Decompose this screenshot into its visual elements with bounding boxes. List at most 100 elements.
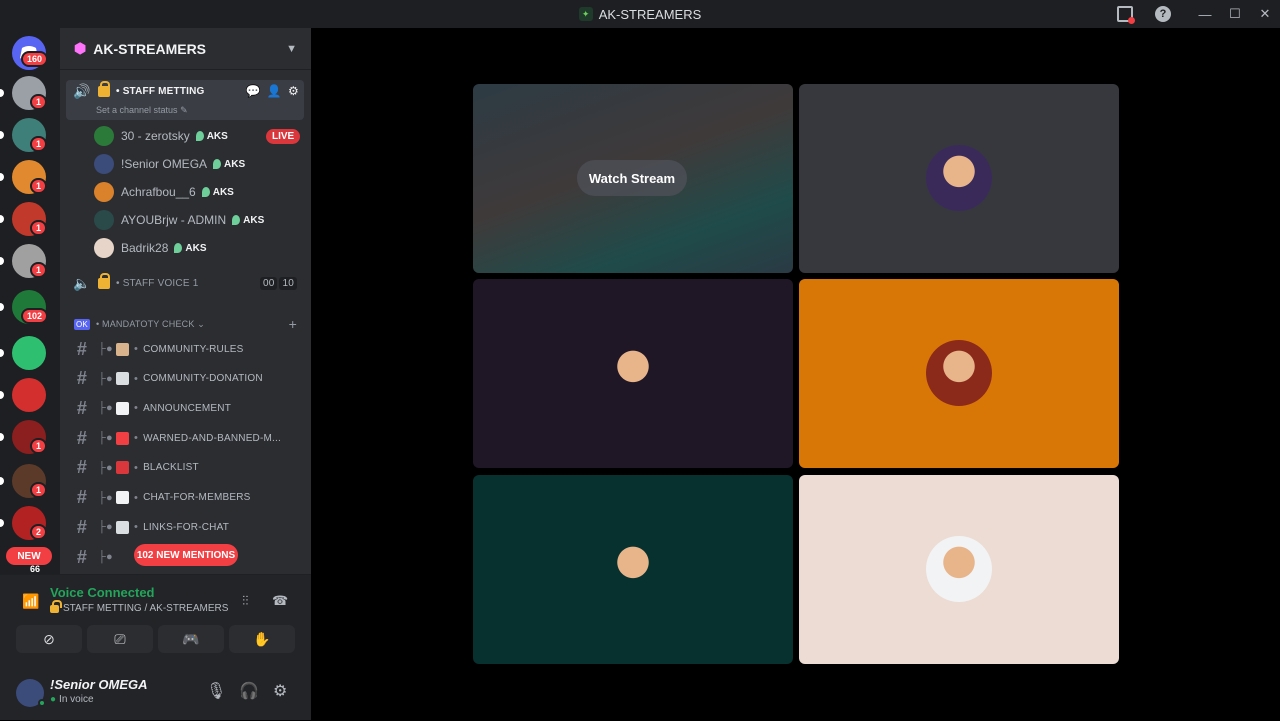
chat-icon[interactable]: 💬 [246, 84, 261, 98]
participant-tile[interactable] [473, 475, 793, 664]
gear-icon[interactable]: ⚙ [273, 681, 287, 701]
text-channel[interactable]: # ├● • WARNED-AND-BANNED-M... [60, 428, 311, 448]
channel-emoji-icon [116, 431, 129, 445]
soundboard-button[interactable]: ✋ [229, 625, 295, 653]
username[interactable]: !Senior OMEGA [50, 677, 148, 692]
maximize-button[interactable]: ☐ [1220, 0, 1250, 28]
leaf-icon [201, 187, 210, 197]
hashtag-icon: # [76, 516, 88, 537]
noise-suppression-icon[interactable]: ⫶⫶ [242, 593, 249, 609]
avatar [600, 536, 666, 602]
server-tag-text: AKS [224, 158, 246, 170]
guild-name: AK-STREAMERS [93, 40, 207, 57]
voice-member[interactable]: !Senior OMEGA AKS [94, 154, 245, 174]
mention-badge: 1 [30, 438, 48, 454]
thread-branch-icon: ├● [98, 343, 113, 355]
hashtag-icon: # [76, 338, 88, 359]
activity-button[interactable]: 🎮 [158, 625, 224, 653]
channel-emoji-icon [116, 520, 129, 534]
watch-stream-button[interactable]: Watch Stream [577, 160, 687, 196]
hashtag-icon: # [76, 368, 88, 389]
thread-branch-icon: ├● [98, 521, 113, 534]
unread-pill [0, 391, 4, 399]
gear-icon[interactable]: ⚙ [288, 84, 299, 98]
leaf-icon [213, 159, 222, 169]
channel-name: COMMUNITY-RULES [143, 343, 244, 355]
create-channel-icon[interactable]: + [289, 316, 297, 332]
text-channel[interactable]: # ├● • BLACKLIST [60, 457, 311, 478]
inbox-button[interactable] [1110, 0, 1140, 28]
minimize-button[interactable]: — [1190, 0, 1220, 28]
user-count: 00 [259, 276, 278, 290]
participant-tile[interactable] [799, 279, 1119, 468]
active-channel-name: • STAFF METTING [116, 85, 205, 97]
screen-share-button[interactable]: ⎚ [87, 625, 153, 653]
channel-emoji-icon [116, 401, 129, 415]
camera-button[interactable]: ⊘ [16, 625, 82, 653]
leaf-icon [174, 243, 183, 253]
text-channel[interactable]: # ├● • COMMUNITY-DONATION [60, 368, 311, 389]
new-label: NEW [17, 550, 41, 562]
server-tag-text: AKS [206, 130, 228, 142]
thread-branch-icon: ├● [98, 461, 113, 474]
mention-badge: 1 [30, 262, 48, 278]
stream-tile[interactable]: Watch Stream [473, 84, 793, 273]
voice-channel-staff-voice[interactable]: 🔈 • STAFF VOICE 1 00 10 [60, 272, 311, 291]
window-title: ✦ AK-STREAMERS [578, 6, 702, 22]
microphone-icon[interactable]: 🎙 [206, 681, 226, 701]
camera-off-icon: ⊘ [43, 630, 55, 647]
mention-badge: 1 [30, 94, 48, 110]
maximize-icon: ☐ [1229, 6, 1241, 21]
text-channel[interactable]: # ├● • CHAT-FOR-MEMBERS [60, 487, 311, 508]
separator: • [134, 491, 139, 504]
voice-location[interactable]: STAFF METTING / AK-STREAMERS [50, 599, 228, 614]
help-button[interactable]: ? [1148, 0, 1178, 28]
text-channel[interactable]: # ├● • LINKS-FOR-CHAT [60, 517, 311, 537]
server-icon[interactable] [12, 378, 46, 412]
text-channel[interactable]: # ├● • COMMUNITY-RULES [60, 339, 311, 359]
separator: • [134, 372, 139, 385]
voice-status[interactable]: Voice Connected [50, 585, 155, 600]
disconnect-icon[interactable]: ☎ [272, 593, 288, 609]
new-mentions-button[interactable]: 102 NEW MENTIONS [134, 544, 238, 566]
guild-header[interactable]: ⬢ AK-STREAMERS ▼ [60, 28, 311, 70]
title-bar: ✦ AK-STREAMERS ? — ☐ ✕ [0, 0, 1280, 28]
channel-status-hint[interactable]: Set a channel status ✎ [96, 105, 188, 116]
add-user-icon[interactable]: 👤 [267, 84, 282, 98]
voice-member[interactable]: Badrik28 AKS [94, 238, 207, 258]
unread-pill [0, 303, 4, 311]
participant-tile[interactable] [473, 279, 793, 468]
separator: • [134, 432, 139, 445]
avatar [926, 145, 992, 211]
mention-badge: 1 [30, 220, 48, 236]
window-title-text: AK-STREAMERS [598, 6, 702, 22]
new-mentions-pill[interactable]: NEW [6, 547, 52, 565]
voice-panel: 📶 Voice Connected STAFF METTING / AK-STR… [0, 574, 311, 720]
voice-member[interactable]: Achrafbou__6 AKS [94, 182, 234, 202]
category-mandatoty-check[interactable]: OK • MANDATOTY CHECK ⌄ + [60, 316, 311, 332]
avatar [926, 340, 992, 406]
participant-tile[interactable] [799, 475, 1119, 664]
headphones-icon[interactable]: 🎧 [239, 681, 259, 701]
hashtag-icon: # [76, 397, 88, 418]
mention-badge: 1 [30, 136, 48, 152]
activity-icon: 🎮 [182, 630, 200, 647]
voice-member[interactable]: 30 - zerotsky AKS [94, 126, 228, 146]
server-tag: AKS [174, 243, 207, 254]
channel-name: BLACKLIST [143, 462, 199, 474]
channel-name: CHAT-FOR-MEMBERS [143, 492, 251, 503]
ok-badge-icon: OK [74, 318, 90, 330]
server-tag: AKS [195, 130, 228, 142]
voice-member[interactable]: AYOUBrjw - ADMIN AKS [94, 210, 264, 230]
text-channel[interactable]: # ├● • ANNOUNCEMENT [60, 398, 311, 418]
thread-branch-icon: ├● [98, 402, 113, 415]
unread-pill [0, 349, 4, 357]
participant-tile[interactable] [799, 84, 1119, 273]
help-icon: ? [1155, 6, 1171, 22]
hashtag-icon: # [76, 487, 88, 507]
app-logo-icon: ✦ [578, 7, 593, 21]
close-button[interactable]: ✕ [1250, 0, 1280, 28]
unread-pill [0, 89, 4, 97]
thread-branch-icon: ├● [98, 372, 113, 385]
server-icon[interactable] [12, 336, 46, 370]
